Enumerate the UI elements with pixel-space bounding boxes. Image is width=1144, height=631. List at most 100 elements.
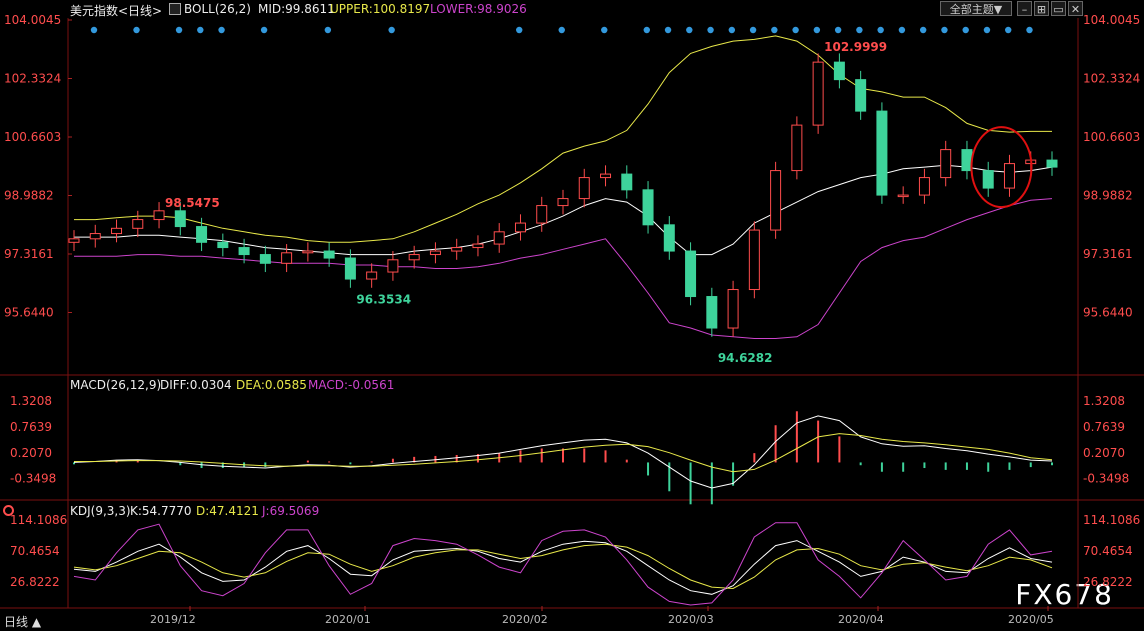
macd-tick-left: 0.2070: [10, 446, 52, 460]
candle-body: [833, 61, 845, 81]
signal-marker-dot: [792, 26, 799, 34]
y-tick-label-right: 98.9882: [1083, 188, 1133, 202]
candle-body: [514, 222, 526, 233]
y-tick-label-left: 98.9882: [4, 188, 54, 202]
boll-lower-line: [74, 198, 1053, 339]
kdj-tick-right: 26.8222: [1083, 575, 1133, 589]
macd-tick-right: -0.3498: [1083, 472, 1129, 486]
macd-tick-right: 0.7639: [1083, 420, 1125, 434]
candle-body: [174, 210, 186, 228]
y-tick-label-right: 97.3161: [1083, 247, 1133, 261]
candle-body: [217, 241, 229, 249]
candle-body: [238, 247, 250, 256]
signal-marker-dot: [133, 26, 140, 34]
y-tick-label-right: 100.6603: [1083, 130, 1140, 144]
signal-marker-dot: [834, 26, 842, 34]
macd-tick-left: 0.7639: [10, 420, 52, 434]
price-annotation: 94.6282: [718, 351, 773, 365]
macd-tick-right: 1.3208: [1083, 394, 1125, 408]
kdj-tick-right: 114.1086: [1083, 513, 1140, 527]
signal-marker-dot: [877, 26, 884, 34]
candle-body: [387, 259, 399, 273]
candle-body: [855, 79, 867, 112]
kdj-tick-left: 26.8222: [10, 575, 60, 589]
signal-marker-dot: [664, 26, 672, 34]
signal-marker-dot: [856, 26, 863, 34]
y-tick-label-right: 102.3324: [1083, 71, 1140, 85]
candle-body: [897, 194, 909, 198]
candle-body: [89, 233, 101, 240]
candle-body: [982, 170, 994, 189]
macd-tick-right: 0.2070: [1083, 446, 1125, 460]
candle-body: [344, 257, 356, 280]
candle-body: [111, 227, 123, 235]
y-tick-label-left: 100.6603: [4, 130, 61, 144]
candle-body: [1046, 159, 1058, 168]
candle-body: [940, 149, 952, 179]
price-annotation: 98.5475: [165, 196, 220, 210]
price-annotation: 96.3534: [356, 293, 411, 307]
candle-body: [791, 124, 803, 172]
signal-marker-dot: [197, 26, 204, 34]
kdj-k-line: [73, 540, 1053, 595]
signal-marker-dot: [1005, 26, 1012, 34]
y-tick-label-left: 104.0045: [4, 13, 61, 27]
signal-marker-dot: [643, 26, 650, 34]
signal-marker-dot: [771, 26, 778, 34]
signal-marker-dot: [175, 26, 183, 34]
candle-body: [770, 170, 782, 231]
signal-marker-dot: [601, 26, 608, 34]
candle-body: [1003, 163, 1015, 189]
candle-body: [259, 254, 271, 264]
candle-body: [663, 224, 675, 252]
x-tick-label: 2020/01: [325, 613, 371, 626]
signal-marker-dot: [218, 26, 225, 34]
signal-marker-dot: [516, 26, 523, 34]
candle-body: [600, 173, 612, 179]
signal-marker-dot: [919, 26, 927, 34]
signal-marker-dot: [728, 26, 736, 34]
x-tick-label: 2019/12: [150, 613, 196, 626]
candle-body: [408, 254, 420, 261]
signal-marker-dot: [749, 26, 757, 34]
candle-body: [132, 219, 144, 229]
candle-body: [748, 229, 760, 291]
candle-body: [493, 231, 505, 245]
signal-marker-dot: [388, 26, 395, 34]
signal-marker-dot: [260, 26, 268, 34]
candle-body: [472, 243, 484, 249]
macd-tick-left: -0.3498: [10, 472, 56, 486]
candle-body: [642, 189, 654, 226]
candle-body: [323, 250, 335, 259]
candle-body: [578, 177, 590, 200]
signal-marker-dot: [686, 26, 693, 34]
candle-body: [812, 61, 824, 126]
y-tick-label-left: 97.3161: [4, 247, 54, 261]
y-tick-label-right: 104.0045: [1083, 13, 1140, 27]
candle-body: [876, 110, 888, 196]
candle-body: [727, 289, 739, 329]
candle-body: [706, 296, 718, 329]
kdj-tick-left: 70.4654: [10, 544, 60, 558]
candle-body: [196, 226, 208, 243]
kdj-d-line: [73, 543, 1053, 590]
chart-canvas: 104.0045 104.0045 102.3324 102.3324 100.6603…: [0, 13, 1144, 626]
x-tick-label: 2020/02: [502, 613, 548, 626]
signal-marker-dot: [813, 26, 821, 34]
macd-tick-left: 1.3208: [10, 394, 52, 408]
candle-body: [685, 250, 697, 298]
y-tick-label-left: 102.3324: [4, 71, 61, 85]
candle-body: [918, 177, 930, 196]
signal-marker-dot: [90, 26, 98, 34]
x-tick-label: 2020/03: [668, 613, 714, 626]
candle-body: [366, 271, 378, 280]
candle-body: [429, 250, 441, 256]
candle-body: [451, 247, 463, 252]
signal-marker-dot: [324, 26, 332, 34]
x-tick-label: 2020/05: [1008, 613, 1054, 626]
candle-body: [68, 238, 80, 243]
candle-body: [536, 205, 548, 224]
signal-marker-dot: [1026, 26, 1033, 34]
signal-marker-dot: [983, 26, 991, 34]
y-tick-label-right: 95.6440: [1083, 305, 1133, 319]
